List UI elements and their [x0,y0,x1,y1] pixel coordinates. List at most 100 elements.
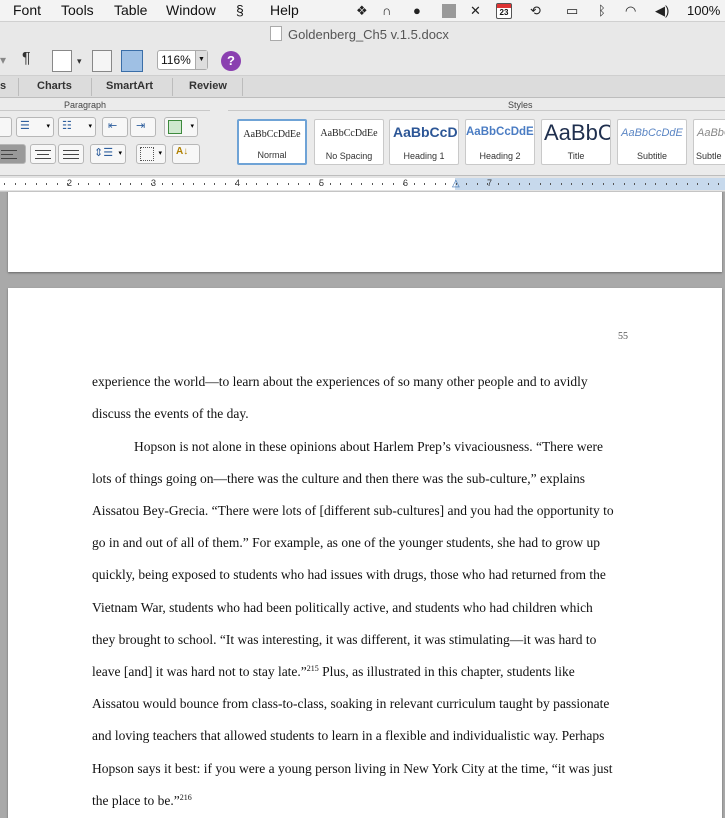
ruler-tick [539,183,541,185]
menu-window[interactable]: Window [166,2,216,18]
zoom-dropdown-icon[interactable]: ▼ [195,51,207,69]
doc-line[interactable]: discuss the events of the day. [92,406,249,422]
doc-line-text: the place to be.” [92,793,180,808]
group-label-paragraph: Paragraph [64,100,107,110]
line-spacing-button[interactable]: ⇕☰ ▾ [90,144,126,164]
align-left-button[interactable] [0,144,26,164]
bluetooth-icon[interactable]: ᛒ [598,3,606,18]
pilcrow-icon[interactable]: ¶ [22,50,31,72]
footnote-ref[interactable]: 216 [180,793,192,802]
tab-layout-partial[interactable]: s [0,80,6,92]
bullets-partial-button[interactable] [0,117,12,137]
doc-line[interactable]: they brought to school. “It was interest… [92,632,596,648]
previous-page[interactable] [8,192,722,272]
toolbox-icon[interactable] [121,50,143,72]
ruler-tick [245,183,247,185]
doc-line[interactable]: Aissatou Bey-Grecia. “There were lots of… [92,503,614,519]
ruler-tick [340,183,341,185]
help-button[interactable]: ? [221,51,241,71]
menu-tools[interactable]: Tools [61,2,94,18]
time-machine-icon[interactable]: ⟲ [530,3,541,19]
ruler-tick [518,183,520,185]
script-menu-icon[interactable]: § [236,2,244,18]
style-heading-1[interactable]: AaBbCcDd Heading 1 [389,119,459,165]
menu-help[interactable]: Help [270,2,299,18]
align-center-button[interactable] [30,144,56,164]
ruler-tick [67,183,68,185]
media-browser-icon[interactable] [92,50,112,72]
ruler-tick [98,183,100,185]
window-titlebar: Goldenberg_Ch5 v.1.5.docx [0,22,725,46]
decrease-indent-button[interactable]: ⇤ [102,117,128,137]
ruler-tick [287,183,289,185]
zoom-value: 116% [161,53,191,67]
ruler-tick [35,183,37,185]
horizontal-ruler[interactable]: 2 3 4 5 6 7 △ [0,176,725,192]
style-normal[interactable]: AaBbCcDdEe Normal [237,119,307,165]
menu-table[interactable]: Table [114,2,147,18]
crossed-tools-icon[interactable]: ✕ [470,3,481,19]
document-canvas[interactable]: 55 experience the world—to learn about t… [0,192,725,818]
group-rule [228,110,725,111]
doc-line[interactable]: go in and out of all of them.” For examp… [92,535,600,551]
ruler-tick [4,183,5,185]
sort-az-icon: A↓ [176,146,189,157]
doc-line[interactable]: Hopson says it best: if you were a young… [92,761,612,777]
sort-button[interactable]: A↓ [172,144,200,164]
toolbar-overflow-icon[interactable]: ▾ [0,53,6,75]
ruler-tick [77,183,79,185]
ruler-tick [25,183,26,185]
numbered-list-button[interactable]: ☰ ▾ [16,117,54,137]
increase-indent-icon: ⇥ [136,120,146,132]
tab-smartart[interactable]: SmartArt [106,80,153,92]
doc-line[interactable]: Vietnam War, students who had been polit… [92,600,593,616]
footnote-ref[interactable]: 215 [307,664,319,673]
ruler-tick [46,183,47,185]
columns-button[interactable]: ▾ [164,117,198,137]
ruler-tick [140,183,142,185]
ruler-tick [350,183,352,185]
dropbox-icon[interactable]: ❖ [356,3,368,19]
ruler-tick [424,183,425,185]
style-subtle-emphasis[interactable]: AaBbCcDd Subtle [693,119,725,165]
increase-indent-button[interactable]: ⇥ [130,117,156,137]
headphones-icon[interactable]: ∩ [382,3,391,18]
menu-font[interactable]: Font [13,2,41,18]
ruler-tick [256,183,257,185]
doc-line[interactable]: Hopson is not alone in these opinions ab… [134,439,603,455]
ruler-tick [718,183,719,185]
tab-separator [172,78,173,96]
ruler-tick [497,183,499,185]
view-layout-icon[interactable] [52,50,72,72]
tab-separator [242,78,243,96]
borders-button[interactable]: ▾ [136,144,166,164]
ruler-tick [329,183,331,185]
ruler-tick [56,183,58,185]
calendar-icon[interactable]: 23 [496,3,512,19]
tab-review[interactable]: Review [189,80,227,92]
doc-line[interactable]: Aissatou would bounce from class-to-clas… [92,696,609,712]
doc-line[interactable]: and loving teachers that allowed student… [92,728,604,744]
multilevel-list-button[interactable]: ☷ ▾ [58,117,96,137]
doc-line[interactable]: lots of things going on—there was the cu… [92,471,585,487]
justify-button[interactable] [58,144,84,164]
doc-line[interactable]: leave [and] it was hard not to stay late… [92,664,575,680]
battery-percent[interactable]: 100% [687,3,720,18]
doc-line[interactable]: quickly, being exposed to students who h… [92,567,606,583]
view-dropdown-icon[interactable]: ▾ [77,56,82,78]
volume-icon[interactable]: ◀) [655,3,669,19]
ruler-tick [581,183,583,185]
tab-charts[interactable]: Charts [37,80,72,92]
doc-line[interactable]: the place to be.”216 [92,793,192,809]
doc-line[interactable]: experience the world—to learn about the … [92,374,588,390]
style-no-spacing[interactable]: AaBbCcDdEe No Spacing [314,119,384,165]
airplay-icon[interactable]: ▭ [566,3,578,19]
evernote-icon[interactable]: ● [413,3,421,18]
style-subtitle[interactable]: AaBbCcDdE Subtitle [617,119,687,165]
app-icon[interactable] [442,4,456,18]
style-title[interactable]: AaBbC Title [541,119,611,165]
wifi-icon[interactable]: ◠ [625,3,636,19]
style-heading-2[interactable]: AaBbCcDdEe Heading 2 [465,119,535,165]
zoom-select[interactable]: 116% ▼ [157,50,208,70]
ruler-tick [277,183,278,185]
